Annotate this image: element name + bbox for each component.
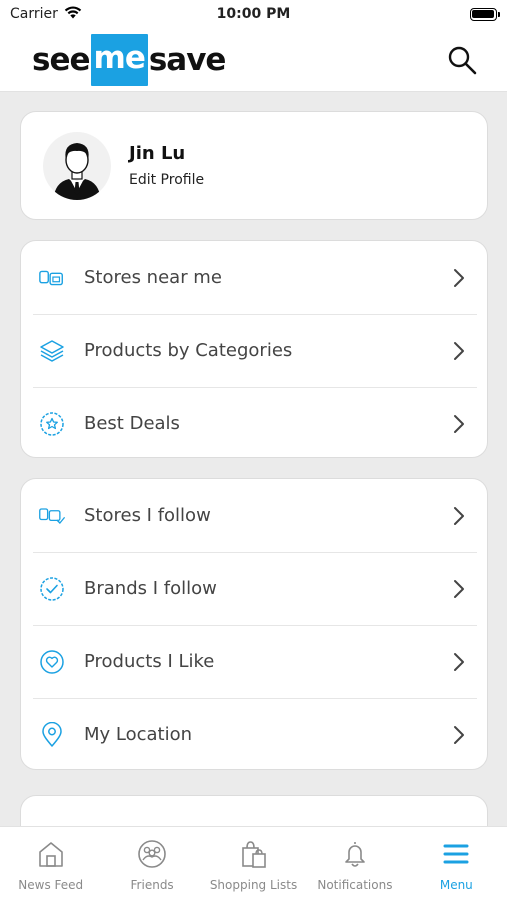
profile-card[interactable]: Jin Lu Edit Profile xyxy=(20,111,488,220)
status-bar: Carrier 10:00 PM xyxy=(0,0,507,28)
status-left: Carrier xyxy=(10,5,130,23)
tab-news-feed[interactable]: News Feed xyxy=(0,827,101,900)
user-avatar-icon xyxy=(53,142,101,200)
store-check-icon xyxy=(38,502,66,530)
menu-item-stores-near-me[interactable]: Stores near me xyxy=(21,241,487,314)
battery-icon xyxy=(469,7,500,21)
bottom-tab-bar: News Feed Friends Shopping Lists Notific… xyxy=(0,826,507,900)
avatar xyxy=(43,131,111,200)
check-badge-icon xyxy=(38,575,66,603)
tab-label: Menu xyxy=(439,878,473,892)
star-badge-icon xyxy=(38,410,66,438)
tab-label: News Feed xyxy=(18,878,84,892)
tab-label: Shopping Lists xyxy=(209,878,298,892)
chevron-right-icon xyxy=(449,266,469,290)
menu-item-products-i-like[interactable]: Products I Like xyxy=(21,625,487,698)
chevron-right-icon xyxy=(449,650,469,674)
chevron-right-icon xyxy=(449,723,469,747)
shopping-bag-icon xyxy=(237,837,271,871)
search-icon xyxy=(448,46,477,74)
bell-icon xyxy=(338,837,372,871)
menu-icon xyxy=(439,837,473,871)
home-icon xyxy=(34,837,68,871)
search-button[interactable] xyxy=(445,43,479,77)
tab-shopping-lists[interactable]: Shopping Lists xyxy=(203,827,304,900)
app-header: see me save xyxy=(0,28,507,92)
chevron-right-icon xyxy=(449,577,469,601)
tab-menu[interactable]: Menu xyxy=(406,827,507,900)
menu-item-label: Products I Like xyxy=(84,651,215,672)
store-icon xyxy=(38,264,66,292)
tab-label: Friends xyxy=(130,878,174,892)
tab-label: Notifications xyxy=(317,878,393,892)
chevron-right-icon xyxy=(449,504,469,528)
menu-item-my-location[interactable]: My Location xyxy=(21,698,487,771)
menu-item-products-by-categories[interactable]: Products by Categories xyxy=(21,314,487,387)
menu-item-label: Stores near me xyxy=(84,267,222,288)
profile-name: Jin Lu xyxy=(129,143,186,164)
status-right xyxy=(377,7,500,21)
menu-item-stores-i-follow[interactable]: Stores I follow xyxy=(21,479,487,552)
profile-info: Jin Lu Edit Profile xyxy=(129,143,204,188)
edit-profile-link[interactable]: Edit Profile xyxy=(129,172,204,188)
chevron-right-icon xyxy=(449,412,469,436)
heart-badge-icon xyxy=(38,648,66,676)
menu-item-label: Brands I follow xyxy=(84,578,217,599)
logo-text-me: me xyxy=(90,33,148,86)
menu-group-discover: Stores near me Products by Categories Be… xyxy=(20,240,488,458)
tab-notifications[interactable]: Notifications xyxy=(304,827,405,900)
logo-text-see: see xyxy=(32,41,91,78)
menu-item-best-deals[interactable]: Best Deals xyxy=(21,387,487,460)
wifi-icon xyxy=(64,5,82,23)
chevron-right-icon xyxy=(449,339,469,363)
friends-icon xyxy=(135,837,169,871)
carrier-label: Carrier xyxy=(10,6,58,22)
logo-text-save: save xyxy=(148,41,227,78)
menu-item-label: My Location xyxy=(84,724,193,745)
menu-group-personal: Stores I follow Brands I follow Products… xyxy=(20,478,488,770)
location-pin-icon xyxy=(38,721,66,749)
app-logo: see me save xyxy=(32,33,227,86)
layers-icon xyxy=(38,337,66,365)
menu-item-label: Stores I follow xyxy=(84,505,211,526)
tab-friends[interactable]: Friends xyxy=(101,827,202,900)
menu-item-label: Products by Categories xyxy=(84,340,293,361)
status-time: 10:00 PM xyxy=(216,6,291,22)
menu-item-brands-i-follow[interactable]: Brands I follow xyxy=(21,552,487,625)
menu-item-label: Best Deals xyxy=(84,413,180,434)
